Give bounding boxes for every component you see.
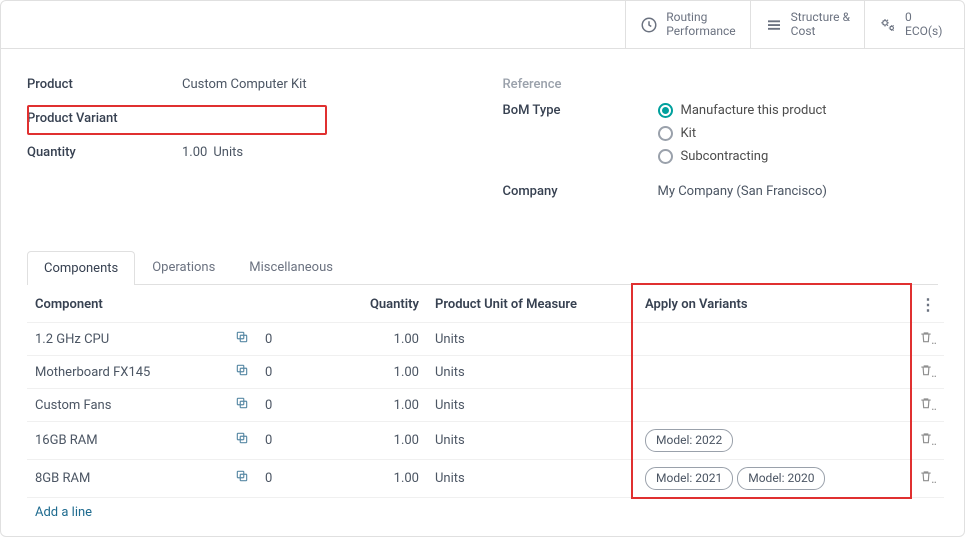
product-value[interactable]: Custom Computer Kit	[182, 77, 307, 92]
variant-chip[interactable]: Model: 2022	[645, 429, 733, 452]
add-a-line[interactable]: Add a line	[35, 501, 92, 520]
eco-button[interactable]: 0 ECO(s)	[864, 1, 964, 48]
cell-extra: 0	[257, 323, 297, 356]
cell-component-name[interactable]: 1.2 GHz CPU	[27, 323, 227, 356]
radio-icon	[658, 126, 673, 141]
table-row[interactable]: Motherboard FX14501.00Units..	[27, 356, 944, 389]
table-row[interactable]: 16GB RAM01.00UnitsModel: 2022..	[27, 422, 944, 460]
tab-operations[interactable]: Operations	[135, 250, 232, 284]
copy-icon[interactable]	[235, 333, 249, 348]
cell-quantity[interactable]: 1.00	[297, 459, 427, 497]
th-uom: Product Unit of Measure	[427, 285, 637, 323]
copy-icon[interactable]	[235, 366, 249, 381]
tab-miscellaneous[interactable]: Miscellaneous	[232, 250, 350, 284]
cell-apply-on-variants[interactable]	[637, 389, 908, 422]
th-quantity: Quantity	[297, 285, 427, 323]
variant-chip[interactable]: Model: 2021	[645, 467, 733, 490]
product-variant-row: Product Variant	[27, 103, 463, 133]
bom-type-options: Manufacture this product Kit Subcontract…	[658, 103, 827, 172]
reference-label: Reference	[503, 77, 658, 92]
cell-apply-on-variants[interactable]: Model: 2022	[637, 422, 908, 460]
form-area: Product Custom Computer Kit Product Vari…	[1, 49, 964, 220]
cell-uom[interactable]: Units	[427, 323, 637, 356]
structure-cost-button[interactable]: Structure & Cost	[750, 1, 864, 48]
routing-line2: Performance	[666, 25, 735, 39]
cell-component-name[interactable]: 16GB RAM	[27, 422, 227, 460]
bom-opt-sub-label: Subcontracting	[681, 149, 769, 164]
radio-checked-icon	[658, 103, 673, 118]
cell-uom[interactable]: Units	[427, 422, 637, 460]
company-row: Company My Company (San Francisco)	[503, 176, 939, 206]
quantity-row: Quantity 1.00 Units	[27, 137, 463, 167]
cell-component-name[interactable]: Motherboard FX145	[27, 356, 227, 389]
copy-icon[interactable]	[235, 472, 249, 487]
bom-type-row: BoM Type Manufacture this product Kit Su…	[503, 103, 939, 172]
copy-icon[interactable]	[235, 434, 249, 449]
cell-extra: 0	[257, 459, 297, 497]
cell-component-name[interactable]: Custom Fans	[27, 389, 227, 422]
stat-button-bar: Routing Performance Structure & Cost	[1, 1, 964, 49]
reference-row: Reference	[503, 69, 939, 99]
cell-extra: 0	[257, 356, 297, 389]
bom-opt-kit-label: Kit	[681, 126, 697, 141]
copy-icon[interactable]	[235, 399, 249, 414]
form-right-col: Reference BoM Type Manufacture this prod…	[503, 69, 939, 210]
cell-apply-on-variants[interactable]: Model: 2021Model: 2020	[637, 459, 908, 497]
cell-quantity[interactable]: 1.00	[297, 356, 427, 389]
structure-line2: Cost	[791, 25, 850, 39]
cell-quantity[interactable]: 1.00	[297, 389, 427, 422]
bom-form-page: Routing Performance Structure & Cost	[0, 0, 965, 537]
cell-extra: 0	[257, 389, 297, 422]
bom-type-subcontract[interactable]: Subcontracting	[658, 149, 827, 164]
bom-type-manufacture[interactable]: Manufacture this product	[658, 103, 827, 118]
table-row[interactable]: 1.2 GHz CPU01.00Units..	[27, 323, 944, 356]
routing-line1: Routing	[666, 11, 735, 25]
tab-components[interactable]: Components	[27, 251, 135, 285]
quantity-units: Units	[213, 145, 243, 160]
eco-line1: 0	[905, 11, 942, 25]
gears-icon	[879, 16, 897, 34]
cell-quantity[interactable]: 1.00	[297, 323, 427, 356]
bom-opt-manufacture-label: Manufacture this product	[681, 103, 827, 118]
table-row[interactable]: Custom Fans01.00Units..	[27, 389, 944, 422]
product-row: Product Custom Computer Kit	[27, 69, 463, 99]
columns-menu-icon[interactable]: ⋮	[920, 295, 936, 314]
cell-apply-on-variants[interactable]	[637, 356, 908, 389]
company-label: Company	[503, 184, 658, 199]
components-table-wrap: Component Quantity Product Unit of Measu…	[27, 285, 954, 527]
structure-line1: Structure &	[791, 11, 850, 25]
th-variants: Apply on Variants	[637, 285, 908, 323]
bom-type-kit[interactable]: Kit	[658, 126, 827, 141]
cell-uom[interactable]: Units	[427, 356, 637, 389]
form-left-col: Product Custom Computer Kit Product Vari…	[27, 69, 463, 210]
notebook-tabs: Components Operations Miscellaneous	[27, 250, 938, 285]
cell-uom[interactable]: Units	[427, 459, 637, 497]
quantity-label: Quantity	[27, 145, 182, 160]
cell-quantity[interactable]: 1.00	[297, 422, 427, 460]
variant-chip[interactable]: Model: 2020	[737, 467, 825, 490]
cell-component-name[interactable]: 8GB RAM	[27, 459, 227, 497]
th-component: Component	[27, 285, 297, 323]
cell-uom[interactable]: Units	[427, 389, 637, 422]
table-row[interactable]: 8GB RAM01.00UnitsModel: 2021Model: 2020.…	[27, 459, 944, 497]
radio-icon	[658, 149, 673, 164]
quantity-value[interactable]: 1.00	[182, 145, 207, 160]
product-variant-label: Product Variant	[27, 111, 182, 126]
cell-extra: 0	[257, 422, 297, 460]
routing-performance-button[interactable]: Routing Performance	[625, 1, 749, 48]
cell-apply-on-variants[interactable]	[637, 323, 908, 356]
product-label: Product	[27, 77, 182, 92]
bom-type-label: BoM Type	[503, 103, 658, 118]
components-table: Component Quantity Product Unit of Measu…	[27, 285, 944, 527]
list-icon	[765, 16, 783, 34]
company-value[interactable]: My Company (San Francisco)	[658, 184, 827, 199]
clock-icon	[640, 16, 658, 34]
eco-line2: ECO(s)	[905, 25, 942, 39]
